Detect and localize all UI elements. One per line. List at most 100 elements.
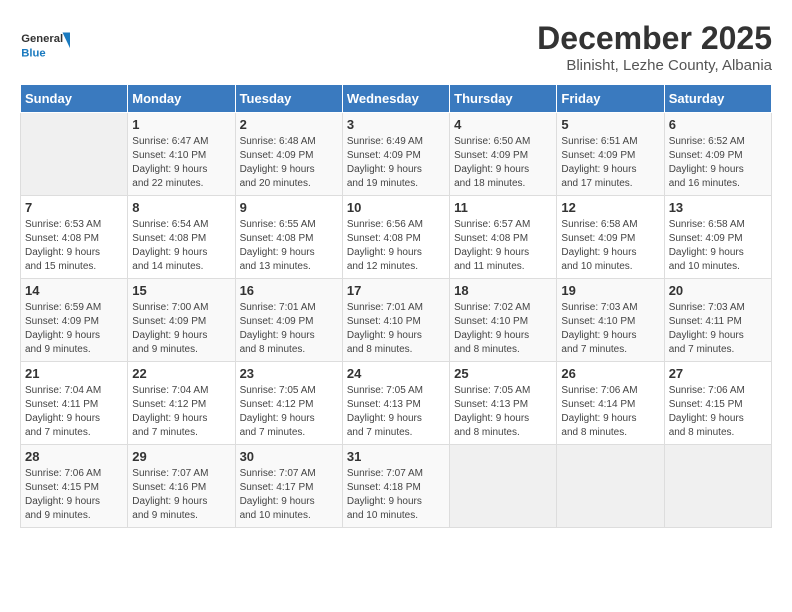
day-cell: 28Sunrise: 7:06 AM Sunset: 4:15 PM Dayli… [21,445,128,528]
day-info: Sunrise: 7:04 AM Sunset: 4:12 PM Dayligh… [132,384,230,440]
logo-svg: General Blue [20,20,70,70]
day-cell: 29 Sunrise: 7:07 AM Sunset: 4:16 PM Dayli… [128,445,235,528]
day-cell: 9 Sunrise: 6:55 AM Sunset: 4:08 PM Daylig… [235,196,342,279]
day-info: Sunrise: 6:54 AM Sunset: 4:08 PM Dayligh… [132,218,230,274]
day-info: Sunrise: 6:53 AM Sunset: 4:08 PM Dayligh… [25,218,123,274]
day-number: 26 [561,366,659,381]
day-cell: 30 Sunrise: 7:07 AM Sunset: 4:17 PM Dayli… [235,445,342,528]
day-info: Sunrise: 6:51 AM Sunset: 4:09 PM Dayligh… [561,135,659,191]
day-info: Sunrise: 7:03 AM Sunset: 4:11 PM Dayligh… [669,301,767,357]
day-cell: 14 Sunrise: 6:59 AM Sunset: 4:09 PM Dayli… [21,279,128,362]
day-cell: 2 Sunrise: 6:48 AM Sunset: 4:09 PM Daylig… [235,113,342,196]
weekday-header-friday: Friday [557,85,664,113]
logo: General Blue [20,20,70,70]
month-title: December 2025 [537,20,772,57]
day-cell: 20Sunrise: 7:03 AM Sunset: 4:11 PM Dayli… [664,279,771,362]
day-number: 6 [669,117,767,132]
day-number: 30 [240,449,338,464]
day-number: 11 [454,200,552,215]
day-cell [557,445,664,528]
day-cell: 16Sunrise: 7:01 AM Sunset: 4:09 PM Dayli… [235,279,342,362]
day-number: 1 [132,117,230,132]
day-info: Sunrise: 6:48 AM Sunset: 4:09 PM Dayligh… [240,135,338,191]
day-number: 15 [132,283,230,298]
day-info: Sunrise: 7:01 AM Sunset: 4:10 PM Dayligh… [347,301,445,357]
day-info: Sunrise: 6:47 AM Sunset: 4:10 PM Dayligh… [132,135,230,191]
day-cell: 7 Sunrise: 6:53 AM Sunset: 4:08 PM Daylig… [21,196,128,279]
day-number: 9 [240,200,338,215]
day-cell: 13Sunrise: 6:58 AM Sunset: 4:09 PM Dayli… [664,196,771,279]
day-number: 8 [132,200,230,215]
day-info: Sunrise: 7:07 AM Sunset: 4:16 PM Dayligh… [132,467,230,523]
day-number: 12 [561,200,659,215]
day-number: 2 [240,117,338,132]
day-number: 23 [240,366,338,381]
day-cell [21,113,128,196]
day-number: 17 [347,283,445,298]
weekday-header-monday: Monday [128,85,235,113]
day-info: Sunrise: 6:52 AM Sunset: 4:09 PM Dayligh… [669,135,767,191]
week-row-1: 1 Sunrise: 6:47 AM Sunset: 4:10 PM Daylig… [21,113,772,196]
day-info: Sunrise: 7:02 AM Sunset: 4:10 PM Dayligh… [454,301,552,357]
day-info: Sunrise: 6:49 AM Sunset: 4:09 PM Dayligh… [347,135,445,191]
day-cell: 18Sunrise: 7:02 AM Sunset: 4:10 PM Dayli… [450,279,557,362]
day-info: Sunrise: 6:55 AM Sunset: 4:08 PM Dayligh… [240,218,338,274]
day-info: Sunrise: 6:58 AM Sunset: 4:09 PM Dayligh… [561,218,659,274]
day-cell: 1 Sunrise: 6:47 AM Sunset: 4:10 PM Daylig… [128,113,235,196]
day-cell: 5 Sunrise: 6:51 AM Sunset: 4:09 PM Daylig… [557,113,664,196]
header: General Blue December 2025 Blinisht, Lez… [20,20,772,74]
day-cell: 8 Sunrise: 6:54 AM Sunset: 4:08 PM Daylig… [128,196,235,279]
day-cell: 6 Sunrise: 6:52 AM Sunset: 4:09 PM Daylig… [664,113,771,196]
weekday-header-saturday: Saturday [664,85,771,113]
day-cell: 12 Sunrise: 6:58 AM Sunset: 4:09 PM Dayli… [557,196,664,279]
day-info: Sunrise: 7:03 AM Sunset: 4:10 PM Dayligh… [561,301,659,357]
day-number: 10 [347,200,445,215]
day-info: Sunrise: 7:06 AM Sunset: 4:14 PM Dayligh… [561,384,659,440]
weekday-header-row: SundayMondayTuesdayWednesdayThursdayFrid… [21,85,772,113]
day-cell: 19 Sunrise: 7:03 AM Sunset: 4:10 PM Dayli… [557,279,664,362]
day-number: 27 [669,366,767,381]
day-info: Sunrise: 6:50 AM Sunset: 4:09 PM Dayligh… [454,135,552,191]
weekday-header-tuesday: Tuesday [235,85,342,113]
day-cell: 10 Sunrise: 6:56 AM Sunset: 4:08 PM Dayli… [342,196,449,279]
day-number: 19 [561,283,659,298]
day-info: Sunrise: 6:58 AM Sunset: 4:09 PM Dayligh… [669,218,767,274]
week-row-3: 14 Sunrise: 6:59 AM Sunset: 4:09 PM Dayli… [21,279,772,362]
day-info: Sunrise: 6:56 AM Sunset: 4:08 PM Dayligh… [347,218,445,274]
weekday-header-wednesday: Wednesday [342,85,449,113]
svg-text:Blue: Blue [21,47,45,59]
day-info: Sunrise: 7:00 AM Sunset: 4:09 PM Dayligh… [132,301,230,357]
day-number: 16 [240,283,338,298]
day-cell: 11Sunrise: 6:57 AM Sunset: 4:08 PM Dayli… [450,196,557,279]
day-cell: 23Sunrise: 7:05 AM Sunset: 4:12 PM Dayli… [235,362,342,445]
calendar-table: SundayMondayTuesdayWednesdayThursdayFrid… [20,84,772,528]
day-info: Sunrise: 7:07 AM Sunset: 4:17 PM Dayligh… [240,467,338,523]
location-subtitle: Blinisht, Lezhe County, Albania [537,57,772,74]
day-info: Sunrise: 7:05 AM Sunset: 4:13 PM Dayligh… [347,384,445,440]
day-number: 4 [454,117,552,132]
day-number: 5 [561,117,659,132]
day-info: Sunrise: 6:59 AM Sunset: 4:09 PM Dayligh… [25,301,123,357]
day-cell [664,445,771,528]
week-row-2: 7 Sunrise: 6:53 AM Sunset: 4:08 PM Daylig… [21,196,772,279]
weekday-header-sunday: Sunday [21,85,128,113]
day-number: 14 [25,283,123,298]
day-cell: 27Sunrise: 7:06 AM Sunset: 4:15 PM Dayli… [664,362,771,445]
day-cell: 21Sunrise: 7:04 AM Sunset: 4:11 PM Dayli… [21,362,128,445]
day-number: 25 [454,366,552,381]
title-area: December 2025 Blinisht, Lezhe County, Al… [537,20,772,74]
day-number: 31 [347,449,445,464]
weekday-header-thursday: Thursday [450,85,557,113]
day-info: Sunrise: 7:06 AM Sunset: 4:15 PM Dayligh… [25,467,123,523]
day-cell: 31Sunrise: 7:07 AM Sunset: 4:18 PM Dayli… [342,445,449,528]
day-cell: 25Sunrise: 7:05 AM Sunset: 4:13 PM Dayli… [450,362,557,445]
day-number: 7 [25,200,123,215]
svg-text:General: General [21,33,63,45]
day-cell: 24 Sunrise: 7:05 AM Sunset: 4:13 PM Dayli… [342,362,449,445]
day-cell [450,445,557,528]
day-cell: 15 Sunrise: 7:00 AM Sunset: 4:09 PM Dayli… [128,279,235,362]
day-cell: 17 Sunrise: 7:01 AM Sunset: 4:10 PM Dayli… [342,279,449,362]
week-row-5: 28Sunrise: 7:06 AM Sunset: 4:15 PM Dayli… [21,445,772,528]
day-number: 24 [347,366,445,381]
day-number: 29 [132,449,230,464]
